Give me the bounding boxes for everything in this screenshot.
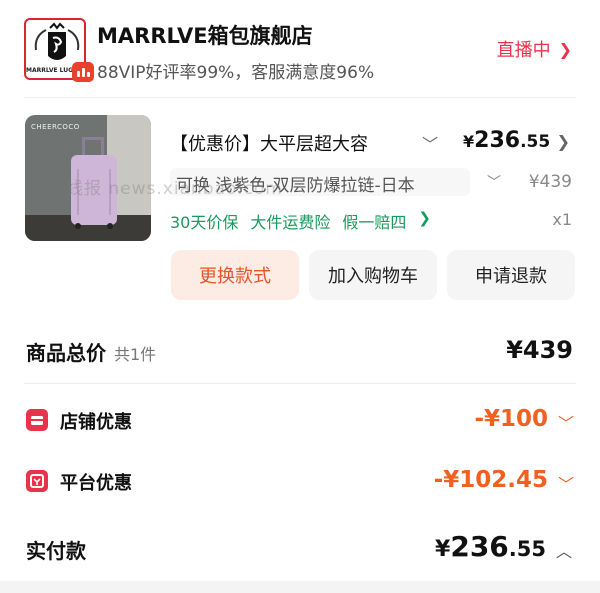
price-integer: 236 [474,128,521,153]
bottom-separator [0,581,600,593]
platform-discount-value[interactable]: -¥102.45 [434,467,548,493]
service-tag: 大件运费险 [250,213,331,232]
live-stream-link[interactable]: 直播中 ❯ [497,36,572,62]
paid-decimal: .55 [508,537,546,561]
store-discount-label: 店铺优惠 [60,412,132,433]
divider [24,383,576,384]
currency-symbol: ¥ [463,132,475,151]
chevron-right-icon[interactable]: ❯ [557,132,570,151]
product-title[interactable]: 【优惠价】大平层超大容 [170,130,415,156]
currency-symbol: ¥ [435,537,451,562]
price-decimal: .55 [520,132,551,152]
product-price: ¥236.55 [463,128,550,153]
platform-discount-label: 平台优惠 [60,473,132,494]
store-discount-value[interactable]: -¥100 [474,406,548,432]
store-coupon-icon [26,409,48,431]
amount-paid-value: ¥236.55 [435,530,546,563]
divider [24,97,576,98]
total-price-value: ¥439 [506,336,573,364]
original-price: ¥439 [528,172,572,192]
quantity: x1 [552,210,572,229]
add-to-cart-button[interactable]: 加入购物车 [309,250,437,300]
service-tag: 假一赔四 [342,213,407,232]
store-stats: 88VIP好评率99%，客服满意度96% [97,63,375,83]
chevron-up-icon[interactable]: ︿ [556,538,572,562]
total-item-count: 共1件 [114,345,157,364]
product-image-brand: CHEERCOCO [31,123,80,131]
chevron-down-icon[interactable]: ﹀ [487,172,501,192]
chevron-right-icon: ❯ [558,39,572,59]
chevron-down-icon[interactable]: ﹀ [422,131,438,155]
service-tags[interactable]: 30天价保 大件运费险 假一赔四 ❯ [170,209,431,233]
platform-coupon-icon [26,470,48,492]
change-style-button[interactable]: 更换款式 [171,250,299,300]
total-price-row: 商品总价 共1件 [26,337,156,366]
store-name[interactable]: MARRLVE箱包旗舰店 [97,20,313,50]
watermark: 线报 news.xianbao.com [66,179,283,199]
chevron-down-icon[interactable]: ﹀ [558,471,574,495]
paid-integer: 236 [450,530,509,563]
request-refund-button[interactable]: 申请退款 [447,250,575,300]
live-label: 直播中 [496,40,551,61]
chevron-down-icon[interactable]: ﹀ [558,410,574,434]
bar-chart-badge-icon [72,62,94,82]
amount-paid-label: 实付款 [26,539,86,563]
total-price-label: 商品总价 [26,341,106,365]
service-tag: 30天价保 [170,213,239,232]
chevron-right-icon: ❯ [418,209,431,227]
